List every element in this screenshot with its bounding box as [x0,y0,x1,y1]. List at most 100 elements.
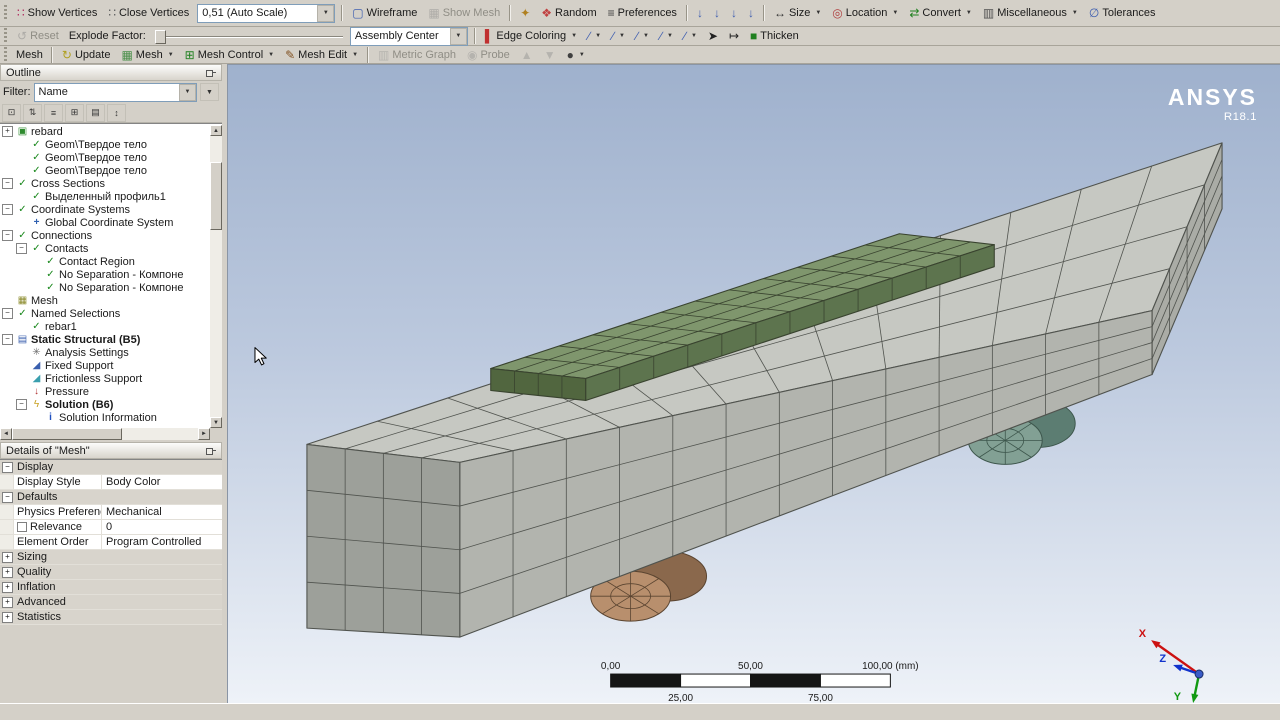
edge-direction-button[interactable]: ∕ ▼ [607,28,630,44]
tree-item[interactable]: − ▤ Static Structural (B5) [0,333,210,346]
dropdown-arrow-icon[interactable]: ▼ [168,52,174,58]
edge-direction-button[interactable]: ∕ ▼ [631,28,654,44]
folder-button[interactable]: ▤ [86,103,105,122]
tree-horizontal-scrollbar[interactable]: ◄ ► [0,428,222,440]
section-expander[interactable]: + [2,596,13,608]
toolbar-grip[interactable] [4,5,7,21]
dropdown-arrow-icon[interactable]: ▼ [571,33,577,39]
tree-item[interactable]: ✓ rebar1 [0,320,210,333]
tree-item[interactable]: ✓ Geom\Твердое тело [0,164,210,177]
annotation-button[interactable]: ↓ [743,5,759,21]
tree-item[interactable]: ▦ Mesh [0,294,210,307]
scroll-up-button[interactable]: ▲ [210,125,222,136]
thicken-button[interactable]: ■ Thicken [745,28,804,44]
edge-direction-button[interactable]: ∕ ▼ [655,28,678,44]
dropdown-arrow-icon[interactable]: ▼ [595,33,601,39]
details-section-row[interactable]: + Statistics [0,610,222,625]
expand-tree-button[interactable]: ⇅ [23,103,42,122]
mesh-edit-button[interactable]: ✎ Mesh Edit ▼ [280,47,363,63]
tree-item[interactable]: ◢ Frictionless Support [0,372,210,385]
tree-vertical-scrollbar[interactable]: ▲ ▼ [209,125,222,428]
size-button[interactable]: ↔ Size ▼ [769,5,826,21]
tree-item[interactable]: ◢ Fixed Support [0,359,210,372]
details-section-row[interactable]: + Sizing [0,550,222,565]
tree-item[interactable]: ↓ Pressure [0,385,210,398]
pin-icon[interactable] [205,68,216,77]
annotation-button[interactable]: ↓ [692,5,708,21]
section-expander[interactable]: − [2,491,13,503]
edge-direction-button[interactable]: ∕ ▼ [583,28,606,44]
edge-width-button[interactable]: ↦ [724,28,744,44]
assembly-center-combo[interactable]: Assembly Center ▼ [349,26,468,46]
outline-header[interactable]: Outline [0,64,222,81]
tree-item[interactable]: − ✓ Cross Sections [0,177,210,190]
dropdown-arrow-icon[interactable]: ▼ [691,33,697,39]
tree-item[interactable]: − ✓ Contacts [0,242,210,255]
tree-item[interactable]: − ✓ Connections [0,229,210,242]
convert-button[interactable]: ⇄ Convert ▼ [904,5,977,21]
details-section-row[interactable]: − Defaults [0,490,222,505]
details-section-row[interactable]: + Advanced [0,595,222,610]
vertex-scale-combo[interactable]: 0,51 (Auto Scale) ▼ [197,3,336,23]
tree-item[interactable]: i Solution Information [0,411,210,424]
parameter-checkbox[interactable] [17,522,27,532]
tree-expander[interactable]: − [2,204,13,215]
property-value[interactable]: Mechanical [102,506,222,518]
plus-box-button[interactable]: ⊞ [65,103,84,122]
tree-item[interactable]: ✓ Contact Region [0,255,210,268]
property-value[interactable]: Program Controlled [102,536,222,548]
location-button[interactable]: ◎ Location ▼ [827,5,903,21]
dropdown-arrow-icon[interactable]: ▼ [966,10,972,16]
mesh-control-button[interactable]: ⊞ Mesh Control ▼ [180,47,279,63]
pin-icon[interactable] [205,446,216,455]
section-expander[interactable]: + [2,566,13,578]
miscellaneous-button[interactable]: ▥ Miscellaneous ▼ [978,5,1083,21]
dropdown-arrow-icon[interactable]: ▼ [352,52,358,58]
show-all-button[interactable]: ⊡ [2,103,21,122]
display-options-button[interactable]: ● ▼ [562,47,590,63]
scrollbar-track[interactable] [210,136,222,417]
tree-item[interactable]: − ϟ Solution (B6) [0,398,210,411]
tree-expander[interactable]: − [2,178,13,189]
dropdown-arrow-icon[interactable]: ▼ [179,83,196,101]
dropdown-arrow-icon[interactable]: ▼ [892,10,898,16]
triad-button[interactable]: ✦ [515,5,535,21]
explode-factor-slider[interactable] [154,28,343,44]
flat-view-button[interactable]: ≡ [44,103,63,122]
tree-item[interactable]: + Global Coordinate System [0,216,210,229]
details-section-row[interactable]: + Inflation [0,580,222,595]
edge-direction-button[interactable]: ∕ ▼ [679,28,702,44]
section-expander[interactable]: + [2,611,13,623]
mesh-dropdown-button[interactable]: ▦ Mesh ▼ [116,47,178,63]
tree-item[interactable]: ✓ Geom\Твердое тело [0,151,210,164]
meshed-beam[interactable] [306,142,1223,638]
annotation-button[interactable]: ↓ [709,5,725,21]
section-expander[interactable]: + [2,551,13,563]
dropdown-arrow-icon[interactable]: ▼ [815,10,821,16]
section-expander[interactable]: − [2,461,13,473]
random-button[interactable]: ❖ Random [536,5,601,21]
tree-item[interactable]: ✓ No Separation - Компоне [0,281,210,294]
wireframe-button[interactable]: ▢ Wireframe [347,5,422,21]
annotation-button[interactable]: ↓ [726,5,742,21]
scroll-left-button[interactable]: ◄ [0,428,12,440]
dropdown-arrow-icon[interactable]: ▼ [317,4,335,22]
preferences-button[interactable]: ≡ Preferences [603,5,682,21]
3d-viewport[interactable]: ANSYS R18.1 0,00 50,00 100,00 (mm) 25,00 75,00… [227,64,1280,703]
tree-item[interactable]: − ✓ Coordinate Systems [0,203,210,216]
scene-svg[interactable]: ANSYSR18.1 0,00 50,00 100,00 (mm) 25,00 75,00… [228,65,1280,703]
details-section-row[interactable]: − Display [0,460,222,475]
close-vertices-button[interactable]: ∷ Close Vertices [103,5,194,21]
show-vertices-button[interactable]: ∷ Show Vertices [12,5,102,21]
dropdown-arrow-icon[interactable]: ▼ [579,52,585,58]
property-value[interactable]: 0 [102,521,222,533]
tree-item[interactable]: ✓ Выделенный профиль1 [0,190,210,203]
edge-arrow-button[interactable]: ➤ [703,28,723,44]
edge-coloring-button[interactable]: ▌ Edge Coloring ▼ [480,28,582,44]
dropdown-arrow-icon[interactable]: ▼ [643,33,649,39]
scrollbar-track[interactable] [12,428,198,440]
tolerances-button[interactable]: ∅ Tolerances [1084,5,1161,21]
dropdown-arrow-icon[interactable]: ▼ [667,33,673,39]
dropdown-arrow-icon[interactable]: ▼ [449,27,467,45]
filter-combo[interactable]: Name ▼ [33,82,197,102]
